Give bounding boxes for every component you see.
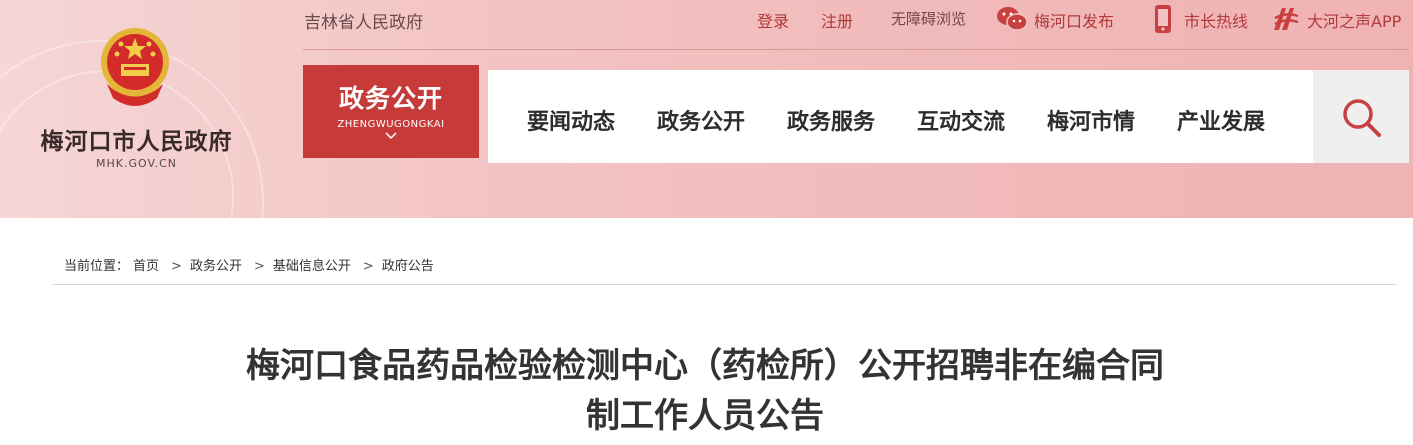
breadcrumb-home[interactable]: 首页 <box>133 259 159 274</box>
content-area: 当前位置： 首页 > 政务公开 > 基础信息公开 > 政府公告 梅河口食品药品检验检测中心（药… <box>0 218 1413 445</box>
nav-item-news[interactable]: 要闻动态 <box>527 104 615 136</box>
breadcrumb: 当前位置： 首页 > 政务公开 > 基础信息公开 > 政府公告 <box>64 255 438 274</box>
article-title-line-2: 制工作人员公告 <box>586 396 824 436</box>
nav-item-interaction[interactable]: 互动交流 <box>917 104 1005 136</box>
breadcrumb-announcements[interactable]: 政府公告 <box>382 259 434 274</box>
breadcrumb-gov-affairs[interactable]: 政务公开 <box>190 259 242 274</box>
breadcrumb-basic-info[interactable]: 基础信息公开 <box>273 259 351 274</box>
wechat-link[interactable]: 梅河口发布 <box>1034 8 1114 32</box>
nav-item-gov-affairs[interactable]: 政务公开 <box>657 104 745 136</box>
province-gov-link[interactable]: 吉林省人民政府 <box>304 8 423 33</box>
breadcrumb-separator: > <box>362 259 374 274</box>
hotline-link[interactable]: 市长热线 <box>1184 8 1248 32</box>
app-link[interactable]: 大河之声APP <box>1307 8 1401 32</box>
breadcrumb-prefix: 当前位置： <box>64 259 130 274</box>
header-divider <box>303 49 1409 50</box>
nav-active-sublabel: ZHENGWUGONGKAI <box>337 119 445 130</box>
search-button[interactable] <box>1313 70 1409 163</box>
app-logo-icon <box>1272 4 1300 38</box>
nav-item-gov-services[interactable]: 政务服务 <box>787 104 875 136</box>
breadcrumb-separator: > <box>171 259 182 274</box>
breadcrumb-separator: > <box>253 259 265 274</box>
breadcrumb-divider <box>53 284 1397 285</box>
chevron-down-icon <box>303 130 479 144</box>
nav-active-label: 政务公开 <box>338 84 443 113</box>
site-domain: MHK.GOV.CN <box>96 157 177 170</box>
article-title-line-1: 梅河口食品药品检验检测中心（药检所）公开招聘非在编合同 <box>246 346 1164 386</box>
accessibility-link[interactable]: 无障碍浏览 <box>891 8 966 29</box>
wechat-icon <box>996 4 1028 38</box>
nav-active-tab[interactable]: 政务公开 ZHENGWUGONGKAI <box>303 65 479 158</box>
nav-item-city-info[interactable]: 梅河市情 <box>1047 104 1135 136</box>
search-icon <box>1341 97 1383 143</box>
article-title: 梅河口食品药品检验检测中心（药检所）公开招聘非在编合同 制工作人员公告 <box>160 341 1250 441</box>
site-name[interactable]: 梅河口市人民政府 <box>34 122 239 156</box>
login-link[interactable]: 登录 <box>757 8 789 32</box>
register-link[interactable]: 注册 <box>821 8 853 32</box>
phone-icon <box>1153 3 1173 39</box>
national-emblem-icon[interactable] <box>97 24 173 108</box>
nav-item-industry[interactable]: 产业发展 <box>1177 104 1265 136</box>
main-nav: 要闻动态 政务公开 政务服务 互动交流 梅河市情 产业发展 <box>488 70 1313 163</box>
